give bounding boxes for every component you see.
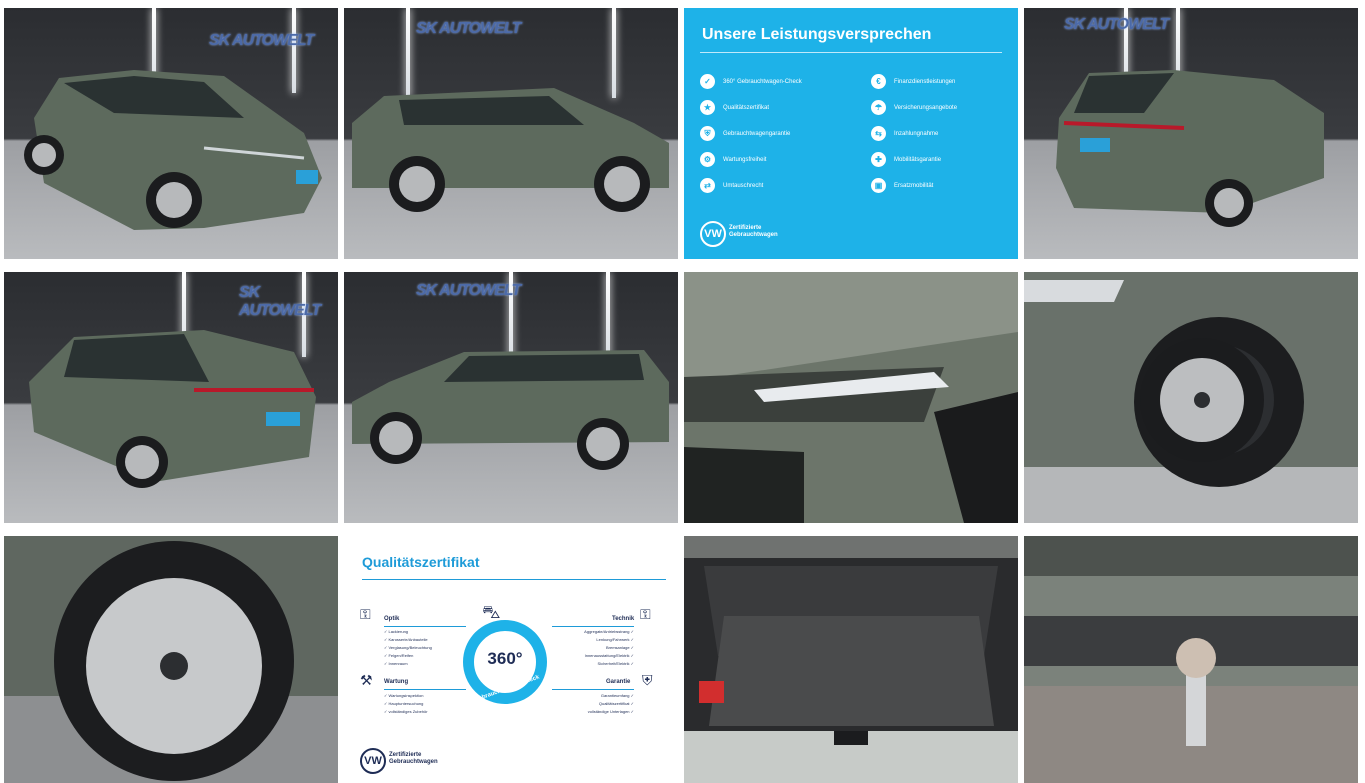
photo-front-left[interactable]: SK AUTOWELT [4, 8, 338, 259]
technik-list: Aggregate/Antriebsstrang ✓ Lenkung/Fahrwe… [584, 629, 634, 666]
garantie-heading: Garantie [606, 679, 631, 685]
divider [384, 626, 466, 627]
certificate-title: Qualitätszertifikat [362, 554, 480, 570]
photo-side-left[interactable]: SK AUTOWELT [344, 8, 678, 259]
car-image [684, 272, 1018, 523]
promise-item: ⛨ Gebrauchtwagengarantie [700, 126, 790, 141]
car-image [29, 330, 316, 488]
mobility-icon: ✚ [871, 152, 886, 167]
car-optics-icon: ⚿ [360, 606, 371, 622]
exchange-icon: ⇄ [700, 178, 715, 193]
photo-tow-hitch[interactable] [1024, 536, 1358, 783]
car-image [1056, 70, 1324, 227]
photo-wheel-closeup[interactable] [4, 536, 338, 783]
360-label: 360° [487, 649, 523, 668]
optik-heading: Optik [384, 616, 400, 622]
promise-item: ▣ Ersatzmobilität [871, 178, 933, 193]
car-image [4, 536, 338, 783]
shield-icon: ⛨ [700, 126, 715, 141]
divider [384, 689, 466, 690]
promise-item: ⇄ Umtauschrecht [700, 178, 763, 193]
wartung-list: ✓ Wartungsinspektion ✓ Hauptuntersuchung ✓… [384, 693, 428, 714]
certified-label: Zertifizierte Gebrauchtwagen [389, 752, 438, 765]
divider [700, 52, 1002, 53]
divider [552, 689, 634, 690]
car-image [1024, 536, 1358, 783]
photo-side-right[interactable]: SK AUTOWELT [344, 272, 678, 523]
promise-card[interactable]: Unsere Leistungsversprechen ✓ 360° Gebrau… [684, 8, 1018, 259]
certificate-icon: ★ [700, 100, 715, 115]
promise-item: ☂ Versicherungsangebote [871, 100, 957, 115]
promise-item: ✚ Mobilitätsgarantie [871, 152, 941, 167]
photo-gallery: SK AUTOWELT SK AUTOWELT Unsere Leistungs… [0, 0, 1365, 783]
promise-title: Unsere Leistungsversprechen [702, 26, 932, 43]
quality-certificate-card[interactable]: Qualitätszertifikat ⚿ Optik ✓ Lackierung… [344, 536, 678, 783]
photo-trunk[interactable] [684, 536, 1018, 783]
divider [362, 579, 666, 580]
maintenance-icon: ⚒ [360, 672, 373, 688]
trade-in-icon: ⇆ [871, 126, 886, 141]
finance-icon: € [871, 74, 886, 89]
photo-headlight[interactable] [684, 272, 1018, 523]
certified-label: Zertifizierte Gebrauchtwagen [729, 225, 778, 238]
optik-list: ✓ Lackierung ✓ Karosserie/Anbauteile ✓ Ver… [384, 629, 432, 666]
car-check-icon: ⛍ [482, 602, 501, 622]
promise-item: ✓ 360° Gebrauchtwagen-Check [700, 74, 802, 89]
promise-item: ⚙ Wartungsfreiheit [700, 152, 766, 167]
car-image [24, 70, 322, 230]
wartung-heading: Wartung [384, 679, 409, 685]
car-icon: ▣ [871, 178, 886, 193]
photo-front-wheel[interactable] [1024, 272, 1358, 523]
wrench-icon: ⚙ [700, 152, 715, 167]
promise-item: € Finanzdienstleistungen [871, 74, 955, 89]
car-image [1024, 272, 1358, 523]
vw-logo-icon: VW [700, 221, 726, 247]
shield-icon: ⛨ [642, 672, 653, 688]
check-icon: ✓ [700, 74, 715, 89]
insurance-icon: ☂ [871, 100, 886, 115]
promise-item: ★ Qualitätszertifikat [700, 100, 769, 115]
car-image [352, 88, 669, 212]
car-image [352, 350, 669, 470]
divider [552, 626, 634, 627]
car-image [684, 536, 1018, 783]
photo-rear-right[interactable]: SK AUTOWELT [1024, 8, 1358, 259]
garantie-list: Garantieumfang ✓ Qualitätszertifikat ✓ vol… [587, 693, 634, 714]
vw-logo-icon: VW [360, 748, 386, 774]
car-tech-icon: ⚿ [640, 606, 651, 622]
technik-heading: Technik [612, 616, 635, 622]
photo-rear-left[interactable]: SK AUTOWELT [4, 272, 338, 523]
promise-item: ⇆ Inzahlungnahme [871, 126, 938, 141]
